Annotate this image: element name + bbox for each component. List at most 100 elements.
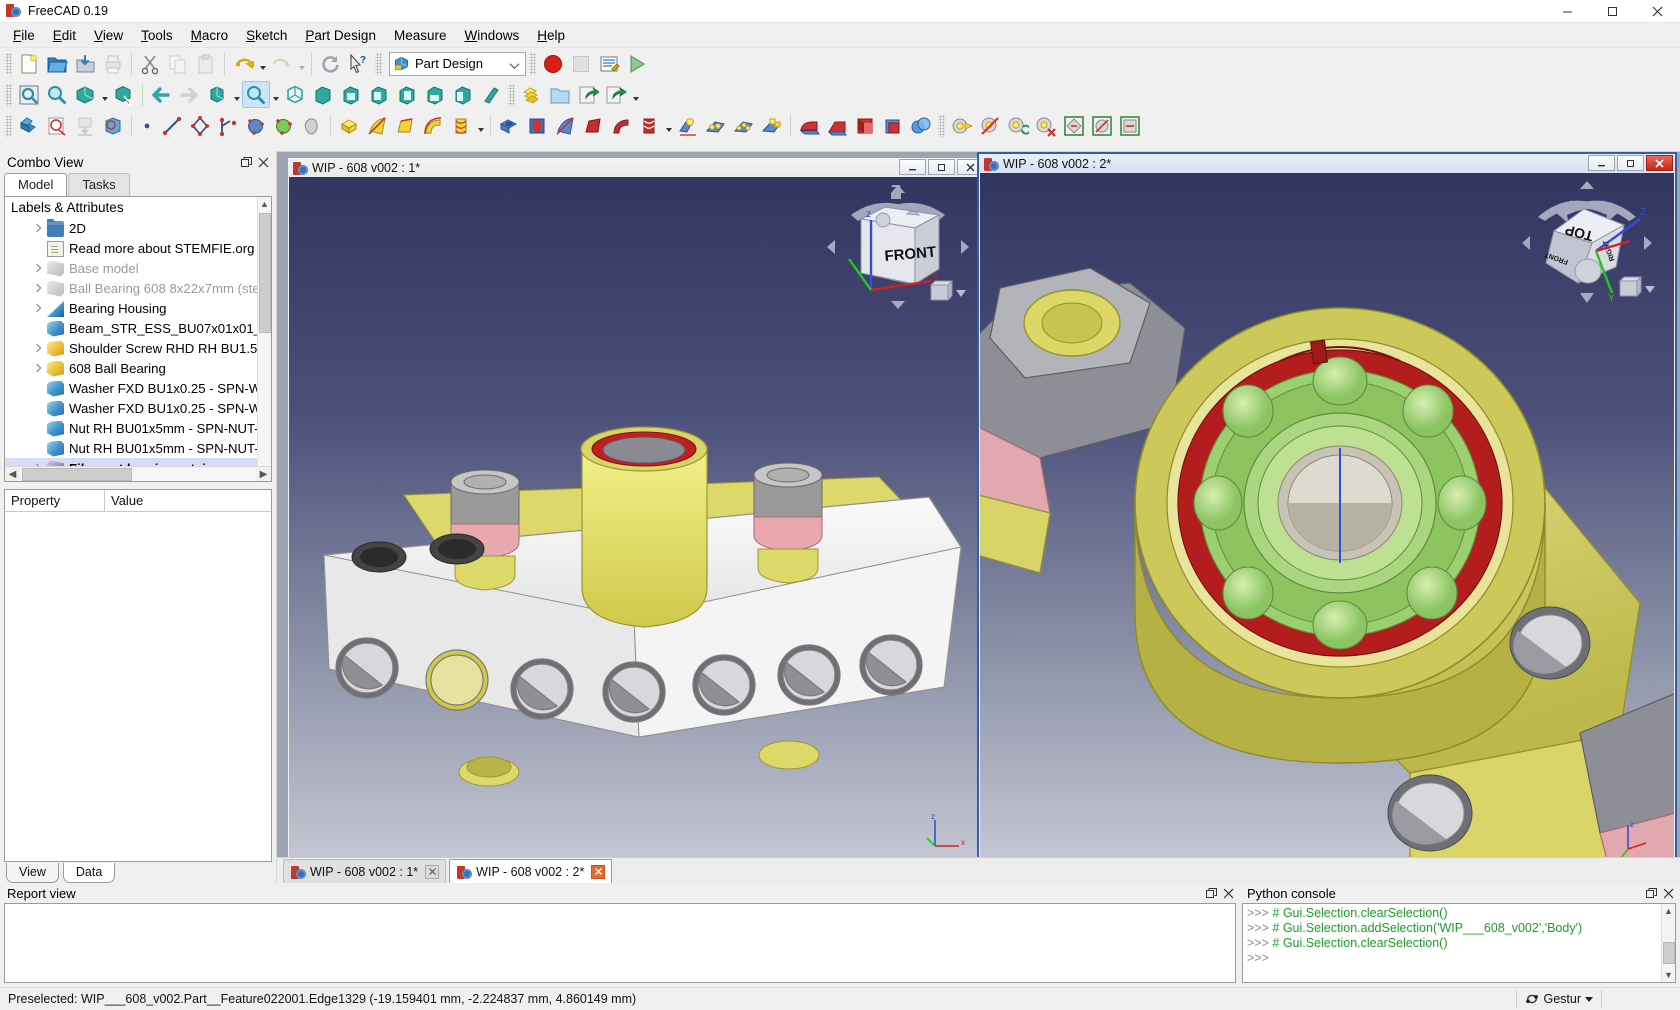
scroll-thumb[interactable] (258, 213, 271, 333)
edit-sketch-icon[interactable] (71, 112, 99, 139)
multi-transform-icon[interactable] (758, 112, 786, 139)
fit-all-icon[interactable] (15, 81, 43, 108)
close-icon[interactable] (1220, 885, 1237, 902)
mirrored-icon[interactable] (674, 112, 702, 139)
mdi-window-2[interactable]: WIP - 608 v002 : 2* TOP FRONT RIGHT Z Y … (977, 152, 1677, 872)
mdi-restore-button[interactable] (928, 159, 955, 175)
mdi-window-1[interactable]: WIP - 608 v002 : 1* FRONT z x z x (287, 157, 987, 870)
std-views-dropdown-icon[interactable] (231, 81, 242, 108)
tab-data[interactable]: Data (62, 863, 116, 883)
chevron-down-icon[interactable] (509, 58, 520, 69)
property-editor-body[interactable] (5, 512, 271, 861)
tree-horizontal-scrollbar[interactable]: ◀ ▶ (5, 466, 271, 481)
paste-icon[interactable] (192, 50, 220, 77)
create-point-icon[interactable] (136, 112, 158, 139)
tree-item[interactable]: Filament bearing retainer (5, 458, 257, 466)
3d-view-1[interactable]: FRONT z x z x (289, 177, 985, 868)
tree-item[interactable]: Read more about STEMFIE.org (5, 238, 257, 258)
polar-pattern-icon[interactable] (730, 112, 758, 139)
navigation-cube-2[interactable]: TOP FRONT RIGHT Z Y (1512, 181, 1662, 306)
toolbar-grip[interactable] (5, 114, 12, 137)
measure-linear-icon[interactable] (948, 112, 976, 139)
navigation-style-button[interactable]: Gestur (1516, 989, 1602, 1009)
scroll-down-icon[interactable]: ▼ (1664, 968, 1673, 982)
link-group-icon[interactable] (602, 81, 630, 108)
menu-measure[interactable]: Measure (385, 25, 456, 46)
sub-shapebinder-icon[interactable] (270, 112, 298, 139)
map-sketch-icon[interactable] (99, 112, 127, 139)
create-part-icon[interactable] (518, 81, 546, 108)
open-icon[interactable] (43, 50, 71, 77)
chevron-right-icon[interactable] (31, 342, 43, 354)
tab-model[interactable]: Model (4, 173, 68, 196)
redo-dropdown-icon[interactable] (296, 50, 307, 77)
bottom-icon[interactable] (421, 81, 449, 108)
draw-style-dropdown-icon[interactable] (99, 81, 110, 108)
menu-help[interactable]: Help (528, 25, 574, 46)
menu-part-design[interactable]: Part Design (296, 25, 385, 46)
toolbar-grip[interactable] (5, 52, 12, 75)
link-dropdown-icon[interactable] (630, 81, 641, 108)
subtractive-helix-icon[interactable] (635, 112, 663, 139)
revolution-icon[interactable] (363, 112, 391, 139)
std-views-icon[interactable] (203, 81, 231, 108)
toolbar-grip[interactable] (529, 52, 536, 75)
tree-item[interactable]: Beam_STR_ESS_BU07x01x01_-_SPN- (5, 318, 257, 338)
mdi-minimize-button[interactable] (1588, 155, 1615, 171)
cut-icon[interactable] (136, 50, 164, 77)
measure-angular-icon[interactable] (1060, 112, 1088, 139)
thickness-icon[interactable] (879, 112, 907, 139)
minimize-button[interactable] (1545, 0, 1590, 23)
measure-delete-icon[interactable] (1032, 112, 1060, 139)
measure-all-icon[interactable] (1116, 112, 1144, 139)
create-plane-icon[interactable] (186, 112, 214, 139)
right-icon[interactable] (365, 81, 393, 108)
macro-record-icon[interactable] (539, 50, 567, 77)
chevron-right-icon[interactable] (31, 282, 43, 294)
menu-file[interactable]: File (4, 25, 44, 46)
scroll-trough[interactable] (20, 467, 256, 481)
tree-item[interactable]: 608 Ball Bearing (5, 358, 257, 378)
create-group-icon[interactable] (546, 81, 574, 108)
navigation-cube-1[interactable]: FRONT z x (823, 185, 973, 310)
tree-item[interactable]: 2D (5, 218, 257, 238)
rear-icon[interactable] (393, 81, 421, 108)
fillet-icon[interactable] (795, 112, 823, 139)
undock-icon[interactable] (238, 154, 255, 171)
shapebinder-icon[interactable] (242, 112, 270, 139)
tree-item[interactable]: Washer FXD BU1x0.25 - SPN-WSR-0 (5, 398, 257, 418)
linear-pattern-icon[interactable] (702, 112, 730, 139)
redo-icon[interactable] (268, 50, 296, 77)
whats-this-icon[interactable]: ? (344, 50, 372, 77)
create-sketch-icon[interactable] (43, 112, 71, 139)
undock-icon[interactable] (1643, 885, 1660, 902)
menu-view[interactable]: View (85, 25, 132, 46)
measure-refresh-icon[interactable] (1004, 112, 1032, 139)
workbench-selector[interactable]: Part Design (389, 51, 526, 76)
create-line-icon[interactable] (158, 112, 186, 139)
draft-icon[interactable] (851, 112, 879, 139)
menu-edit[interactable]: Edit (44, 25, 85, 46)
groove-icon[interactable] (551, 112, 579, 139)
pad-icon[interactable] (335, 112, 363, 139)
document-tab-1[interactable]: WIP - 608 v002 : 1* (283, 859, 447, 883)
tree-item[interactable]: Nut RH BU01x5mm - SPN-NUT-000 (5, 418, 257, 438)
scroll-up-icon[interactable]: ▲ (1664, 904, 1673, 918)
document-tab-1-close-icon[interactable] (425, 864, 440, 879)
copy-icon[interactable] (164, 50, 192, 77)
chevron-right-icon[interactable] (31, 262, 43, 274)
undock-icon[interactable] (1203, 885, 1220, 902)
python-console-output[interactable]: >>> # Gui.Selection.clearSelection() >>> … (1242, 903, 1676, 983)
link-icon[interactable] (574, 81, 602, 108)
3d-view-2[interactable]: TOP FRONT RIGHT Z Y z (980, 173, 1674, 869)
additive-helix-icon[interactable] (447, 112, 475, 139)
top-icon[interactable] (337, 81, 365, 108)
back-view-icon[interactable] (147, 81, 175, 108)
model-tree[interactable]: Labels & Attributes 2D Read more about ST… (4, 196, 272, 482)
chevron-right-icon[interactable] (31, 302, 43, 314)
chevron-right-icon[interactable] (31, 222, 43, 234)
print-icon[interactable] (99, 50, 127, 77)
create-local-cs-icon[interactable] (214, 112, 242, 139)
toolbar-grip[interactable] (508, 83, 515, 106)
scroll-right-icon[interactable]: ▶ (256, 467, 271, 481)
